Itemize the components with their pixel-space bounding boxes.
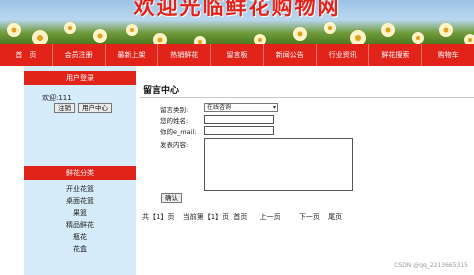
logout-button[interactable]: 注销 [54, 103, 75, 113]
site-title: 欢迎光临鲜花购物网 [133, 0, 341, 19]
main-content: 留言中心 留言类别: 在线咨询 ▾ 您的姓名: 你的e_mail: 发表内容: … [140, 66, 474, 275]
nav-register[interactable]: 会员注册 [53, 44, 106, 66]
name-label: 您的姓名: [160, 117, 189, 125]
user-login-header: 用户登录 [24, 71, 136, 85]
pager-current: 当前第【1】页 [182, 213, 230, 221]
pager-total: 共【1】页 [142, 213, 175, 221]
nav-message-board[interactable]: 留言板 [211, 44, 264, 66]
category-item[interactable]: 开业花篮 [24, 183, 136, 195]
main-nav: 首 页 会员注册 最新上架 热销鲜花 留言板 新闻公告 行业资讯 鲜花搜索 购物… [0, 44, 474, 66]
pagination: 共【1】页 当前第【1】页 首页 上一页 下一页 尾页 [142, 212, 342, 222]
type-label: 留言类别: [160, 106, 189, 114]
nav-hot-flowers[interactable]: 热销鲜花 [158, 44, 212, 66]
pager-first-link[interactable]: 首页 [233, 213, 247, 221]
pager-last-link[interactable]: 尾页 [328, 213, 342, 221]
title-divider [140, 97, 474, 98]
category-item[interactable]: 瓶花 [24, 231, 136, 243]
page-title: 留言中心 [143, 86, 180, 96]
categories-header: 鲜花分类 [24, 166, 136, 180]
nav-home[interactable]: 首 页 [0, 44, 53, 66]
pager-prev-link[interactable]: 上一页 [260, 213, 281, 221]
message-type-value: 在线咨询 [207, 104, 232, 111]
nav-industry-info[interactable]: 行业资讯 [317, 44, 370, 66]
category-item[interactable]: 果篮 [24, 207, 136, 219]
message-type-select[interactable]: 在线咨询 ▾ [204, 103, 278, 112]
chevron-down-icon: ▾ [272, 104, 276, 111]
content-label: 发表内容: [160, 141, 189, 149]
user-center-button[interactable]: 用户中心 [78, 103, 112, 113]
email-label: 你的e_mail: [160, 128, 197, 136]
welcome-text: 欢迎:111 [42, 94, 72, 102]
nav-new-arrivals[interactable]: 最新上架 [106, 44, 159, 66]
submit-button[interactable]: 确认 [161, 193, 182, 203]
content-textarea[interactable] [204, 138, 353, 191]
nav-news[interactable]: 新闻公告 [264, 44, 317, 66]
user-actions: 注销 用户中心 [54, 103, 112, 113]
pager-next-link[interactable]: 下一页 [299, 213, 320, 221]
name-input[interactable] [204, 115, 274, 124]
nav-cart[interactable]: 购物车 [422, 44, 474, 66]
category-item[interactable]: 桌面花篮 [24, 195, 136, 207]
sidebar: 用户登录 欢迎:111 注销 用户中心 鲜花分类 开业花篮 桌面花篮 果篮 精品… [24, 66, 136, 275]
site-banner: 欢迎光临鲜花购物网 [0, 0, 474, 44]
category-list: 开业花篮 桌面花篮 果篮 精品鲜花 瓶花 花盒 [24, 183, 136, 255]
watermark: CSDN @qq_2213665315 [394, 262, 468, 269]
category-item[interactable]: 花盒 [24, 243, 136, 255]
nav-flower-search[interactable]: 鲜花搜索 [369, 44, 423, 66]
category-item[interactable]: 精品鲜花 [24, 219, 136, 231]
email-input[interactable] [204, 126, 274, 135]
